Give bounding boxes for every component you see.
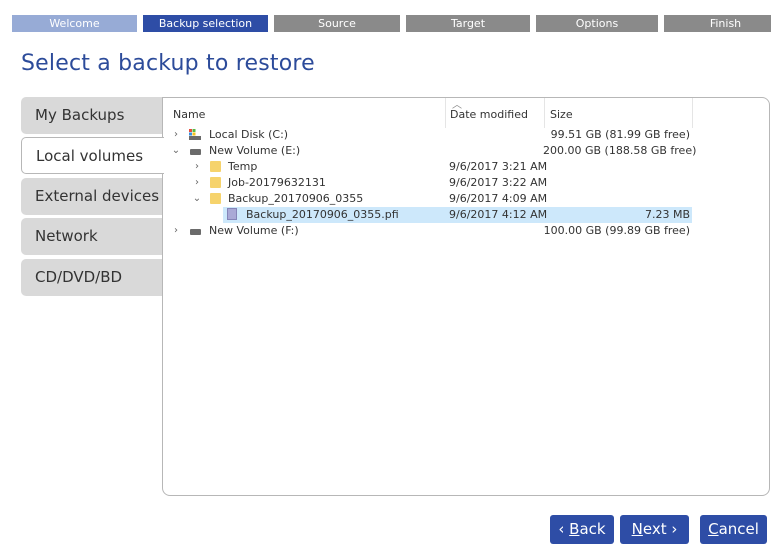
nav-item-external-devices[interactable]: External devices: [21, 178, 162, 215]
nav-item-cd-dvd-bd[interactable]: CD/DVD/BD: [21, 259, 162, 296]
step-finish: Finish: [664, 15, 771, 32]
drive-icon: [190, 149, 201, 155]
column-size[interactable]: Size: [550, 98, 573, 126]
nav-item-network[interactable]: Network: [21, 218, 162, 255]
row-name: Backup_20170906_0355.pfi: [246, 208, 399, 221]
back-button[interactable]: ‹ Back: [550, 515, 614, 544]
step-backup-selection: Backup selection: [143, 15, 268, 32]
folder-icon: [210, 193, 221, 204]
row-name: New Volume (E:): [209, 144, 301, 157]
tree-row-backup-file[interactable]: Backup_20170906_0355.pfi 9/6/2017 4:12 A…: [223, 207, 692, 223]
cancel-button[interactable]: Cancel: [700, 515, 767, 544]
tree-row-backup-folder[interactable]: ⌄ Backup_20170906_0355 9/6/2017 4:09 AM: [163, 191, 769, 207]
step-source: Source: [274, 15, 400, 32]
tree-row-new-volume-e[interactable]: ⌄ New Volume (E:) 200.00 GB (188.58 GB f…: [163, 143, 769, 159]
row-date: 9/6/2017 4:09 AM: [449, 192, 548, 205]
next-button[interactable]: Next ›: [620, 515, 689, 544]
wizard-steps: Welcome Backup selection Source Target O…: [12, 15, 771, 32]
nav-item-my-backups[interactable]: My Backups: [21, 97, 162, 134]
step-options: Options: [536, 15, 658, 32]
folder-icon: [210, 161, 221, 172]
column-divider[interactable]: [692, 98, 693, 128]
row-name: Temp: [228, 160, 258, 173]
tree-row-temp[interactable]: › Temp 9/6/2017 3:21 AM: [163, 159, 769, 175]
row-name: Backup_20170906_0355: [228, 192, 364, 205]
back-accesskey: B: [569, 520, 580, 538]
backup-file-icon: [227, 208, 237, 220]
back-label: ack: [579, 520, 606, 538]
nav-item-local-volumes[interactable]: Local volumes: [21, 137, 164, 174]
row-size: 200.00 GB (188.58 GB free): [543, 144, 697, 157]
folder-icon: [210, 177, 221, 188]
back-arrow: ‹: [558, 520, 570, 538]
row-name: Local Disk (C:): [209, 128, 289, 141]
page-title: Select a backup to restore: [21, 51, 315, 76]
expand-chevron-icon[interactable]: ›: [171, 223, 181, 239]
step-welcome: Welcome: [12, 15, 137, 32]
column-name[interactable]: Name: [173, 98, 205, 126]
drive-icon: [190, 229, 201, 235]
column-date-modified[interactable]: Date modified: [450, 98, 528, 126]
tree-row-local-disk-c[interactable]: › Local Disk (C:) 99.51 GB (81.99 GB fre…: [163, 127, 769, 143]
file-browser-panel: Name ︿ Date modified Size › Local Disk (…: [162, 97, 770, 496]
row-size: 7.23 MB: [644, 208, 690, 221]
next-label: ext ›: [642, 520, 678, 538]
collapse-chevron-icon[interactable]: ⌄: [171, 143, 181, 159]
column-divider[interactable]: [445, 98, 446, 128]
row-size: 99.51 GB (81.99 GB free): [550, 128, 690, 141]
row-size: 100.00 GB (99.89 GB free): [543, 224, 690, 237]
expand-chevron-icon[interactable]: ›: [192, 159, 202, 175]
row-date: 9/6/2017 4:12 AM: [449, 208, 548, 221]
system-drive-icon: [189, 129, 201, 140]
cancel-label: ancel: [718, 520, 759, 538]
collapse-chevron-icon[interactable]: ⌄: [192, 191, 202, 207]
tree-row-job[interactable]: › Job-20179632131 9/6/2017 3:22 AM: [163, 175, 769, 191]
row-name: New Volume (F:): [209, 224, 299, 237]
step-target: Target: [406, 15, 530, 32]
row-name: Job-20179632131: [228, 176, 326, 189]
column-header: Name ︿ Date modified Size: [163, 98, 769, 128]
next-accesskey: N: [631, 520, 643, 538]
cancel-accesskey: C: [708, 520, 719, 538]
tree-row-new-volume-f[interactable]: › New Volume (F:) 100.00 GB (99.89 GB fr…: [163, 223, 769, 239]
row-date: 9/6/2017 3:22 AM: [449, 176, 548, 189]
expand-chevron-icon[interactable]: ›: [171, 127, 181, 143]
row-date: 9/6/2017 3:21 AM: [449, 160, 548, 173]
expand-chevron-icon[interactable]: ›: [192, 175, 202, 191]
column-divider[interactable]: [544, 98, 545, 128]
